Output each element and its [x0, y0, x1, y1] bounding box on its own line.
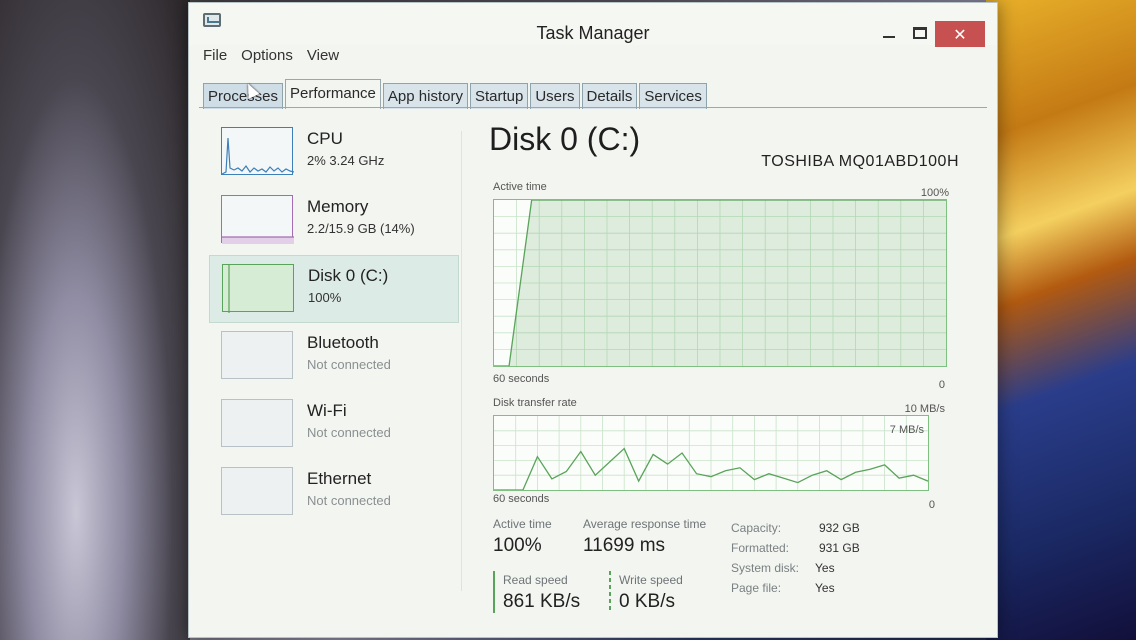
menu-file[interactable]: File — [203, 47, 227, 64]
transfer-rate-graph: 7 MB/s — [493, 415, 929, 491]
tab-performance[interactable]: Performance — [285, 79, 381, 109]
active-time-max-label: 100% — [920, 187, 949, 199]
transfer-graph-label: Disk transfer rate — [493, 397, 577, 409]
cpu-thumbnail-graph — [221, 127, 294, 175]
transfer-max-label: 10 MB/s — [904, 403, 945, 415]
write-speed-value: 0 KB/s — [619, 591, 675, 612]
sidebar-item-sub: Not connected — [307, 425, 391, 440]
bluetooth-thumbnail-graph — [221, 331, 293, 379]
active-time-x-left: 60 seconds — [493, 373, 550, 385]
active-time-x-right: 0 — [938, 379, 945, 391]
page-file-value: Yes — [815, 581, 835, 595]
sidebar-item-label: Ethernet — [307, 469, 372, 488]
maximize-icon — [913, 27, 927, 39]
ethernet-thumbnail-graph — [221, 467, 293, 515]
sidebar-item-sub: 2% 3.24 GHz — [307, 153, 385, 168]
disk-detail-panel: Disk 0 (C:) TOSHIBA MQ01ABD100H Active t… — [489, 121, 959, 621]
title-bar[interactable]: Task Manager ✕ — [189, 3, 997, 47]
disk-model-name: TOSHIBA MQ01ABD100H — [761, 153, 959, 170]
transfer-x-left: 60 seconds — [493, 493, 550, 505]
maximize-button[interactable] — [905, 21, 935, 45]
read-speed-value: 861 KB/s — [503, 591, 581, 612]
sidebar-divider — [461, 131, 462, 591]
series-area — [494, 200, 946, 366]
system-disk-value: Yes — [815, 561, 835, 575]
close-icon: ✕ — [953, 24, 967, 44]
active-time-stat-value: 100% — [493, 535, 542, 556]
menu-options[interactable]: Options — [241, 47, 293, 64]
avg-response-value: 11699 ms — [583, 535, 666, 556]
background-left — [0, 0, 190, 640]
wifi-thumbnail-graph — [221, 399, 293, 447]
capacity-value: 932 GB — [819, 521, 860, 535]
menu-view[interactable]: View — [307, 47, 339, 64]
tab-startup[interactable]: Startup — [469, 83, 529, 109]
task-manager-window: Task Manager ✕ File Options View Process… — [188, 2, 998, 638]
active-time-stat-label: Active time — [493, 517, 552, 531]
write-speed-label: Write speed — [619, 573, 683, 587]
active-time-graph-label: Active time — [493, 181, 547, 193]
sidebar-item-label: CPU — [307, 129, 343, 148]
formatted-value: 931 GB — [819, 541, 860, 555]
minimize-icon — [883, 36, 895, 38]
system-disk-label: System disk: — [731, 561, 800, 575]
formatted-label: Formatted: — [731, 541, 790, 555]
page-file-label: Page file: — [731, 581, 782, 595]
tab-details[interactable]: Details — [581, 83, 638, 109]
transfer-mid-label: 7 MB/s — [889, 424, 924, 436]
sidebar-item-sub: 2.2/15.9 GB (14%) — [307, 221, 415, 236]
memory-thumbnail-graph — [221, 195, 294, 244]
sidebar-item-wifi[interactable]: Wi-Fi Not connected — [209, 391, 459, 459]
avg-response-label: Average response time — [583, 517, 707, 531]
background-right — [986, 0, 1136, 640]
active-time-graph — [493, 199, 947, 367]
sidebar-item-label: Wi-Fi — [307, 401, 347, 420]
sidebar-item-label: Disk 0 (C:) — [308, 266, 389, 285]
read-speed-label: Read speed — [503, 573, 568, 587]
transfer-x-right: 0 — [928, 499, 935, 511]
performance-sidebar: CPU 2% 3.24 GHz Memory 2.2/15.9 GB (14%) — [209, 119, 459, 539]
sidebar-item-label: Bluetooth — [307, 333, 379, 352]
tab-services[interactable]: Services — [639, 83, 707, 109]
sidebar-item-label: Memory — [307, 197, 369, 216]
tab-users[interactable]: Users — [530, 83, 580, 109]
sidebar-item-sub: Not connected — [307, 493, 391, 508]
tab-divider — [199, 107, 987, 108]
tab-bar: Processes Performance App history Startu… — [203, 79, 709, 109]
tab-app-history[interactable]: App history — [382, 83, 468, 109]
capacity-label: Capacity: — [731, 521, 782, 535]
sidebar-item-disk[interactable]: Disk 0 (C:) 100% — [209, 255, 459, 323]
sidebar-item-cpu[interactable]: CPU 2% 3.24 GHz — [209, 119, 459, 187]
sidebar-item-bluetooth[interactable]: Bluetooth Not connected — [209, 323, 459, 391]
minimize-button[interactable] — [874, 21, 904, 45]
write-speed-bar — [609, 571, 611, 613]
menu-bar: File Options View — [203, 47, 339, 64]
sidebar-item-sub: Not connected — [307, 357, 391, 372]
close-button[interactable]: ✕ — [935, 21, 985, 47]
read-speed-bar — [493, 571, 495, 613]
sidebar-item-sub: 100% — [308, 290, 342, 305]
sidebar-item-memory[interactable]: Memory 2.2/15.9 GB (14%) — [209, 187, 459, 255]
sidebar-item-ethernet[interactable]: Ethernet Not connected — [209, 459, 459, 527]
disk-thumbnail-graph — [222, 264, 294, 313]
